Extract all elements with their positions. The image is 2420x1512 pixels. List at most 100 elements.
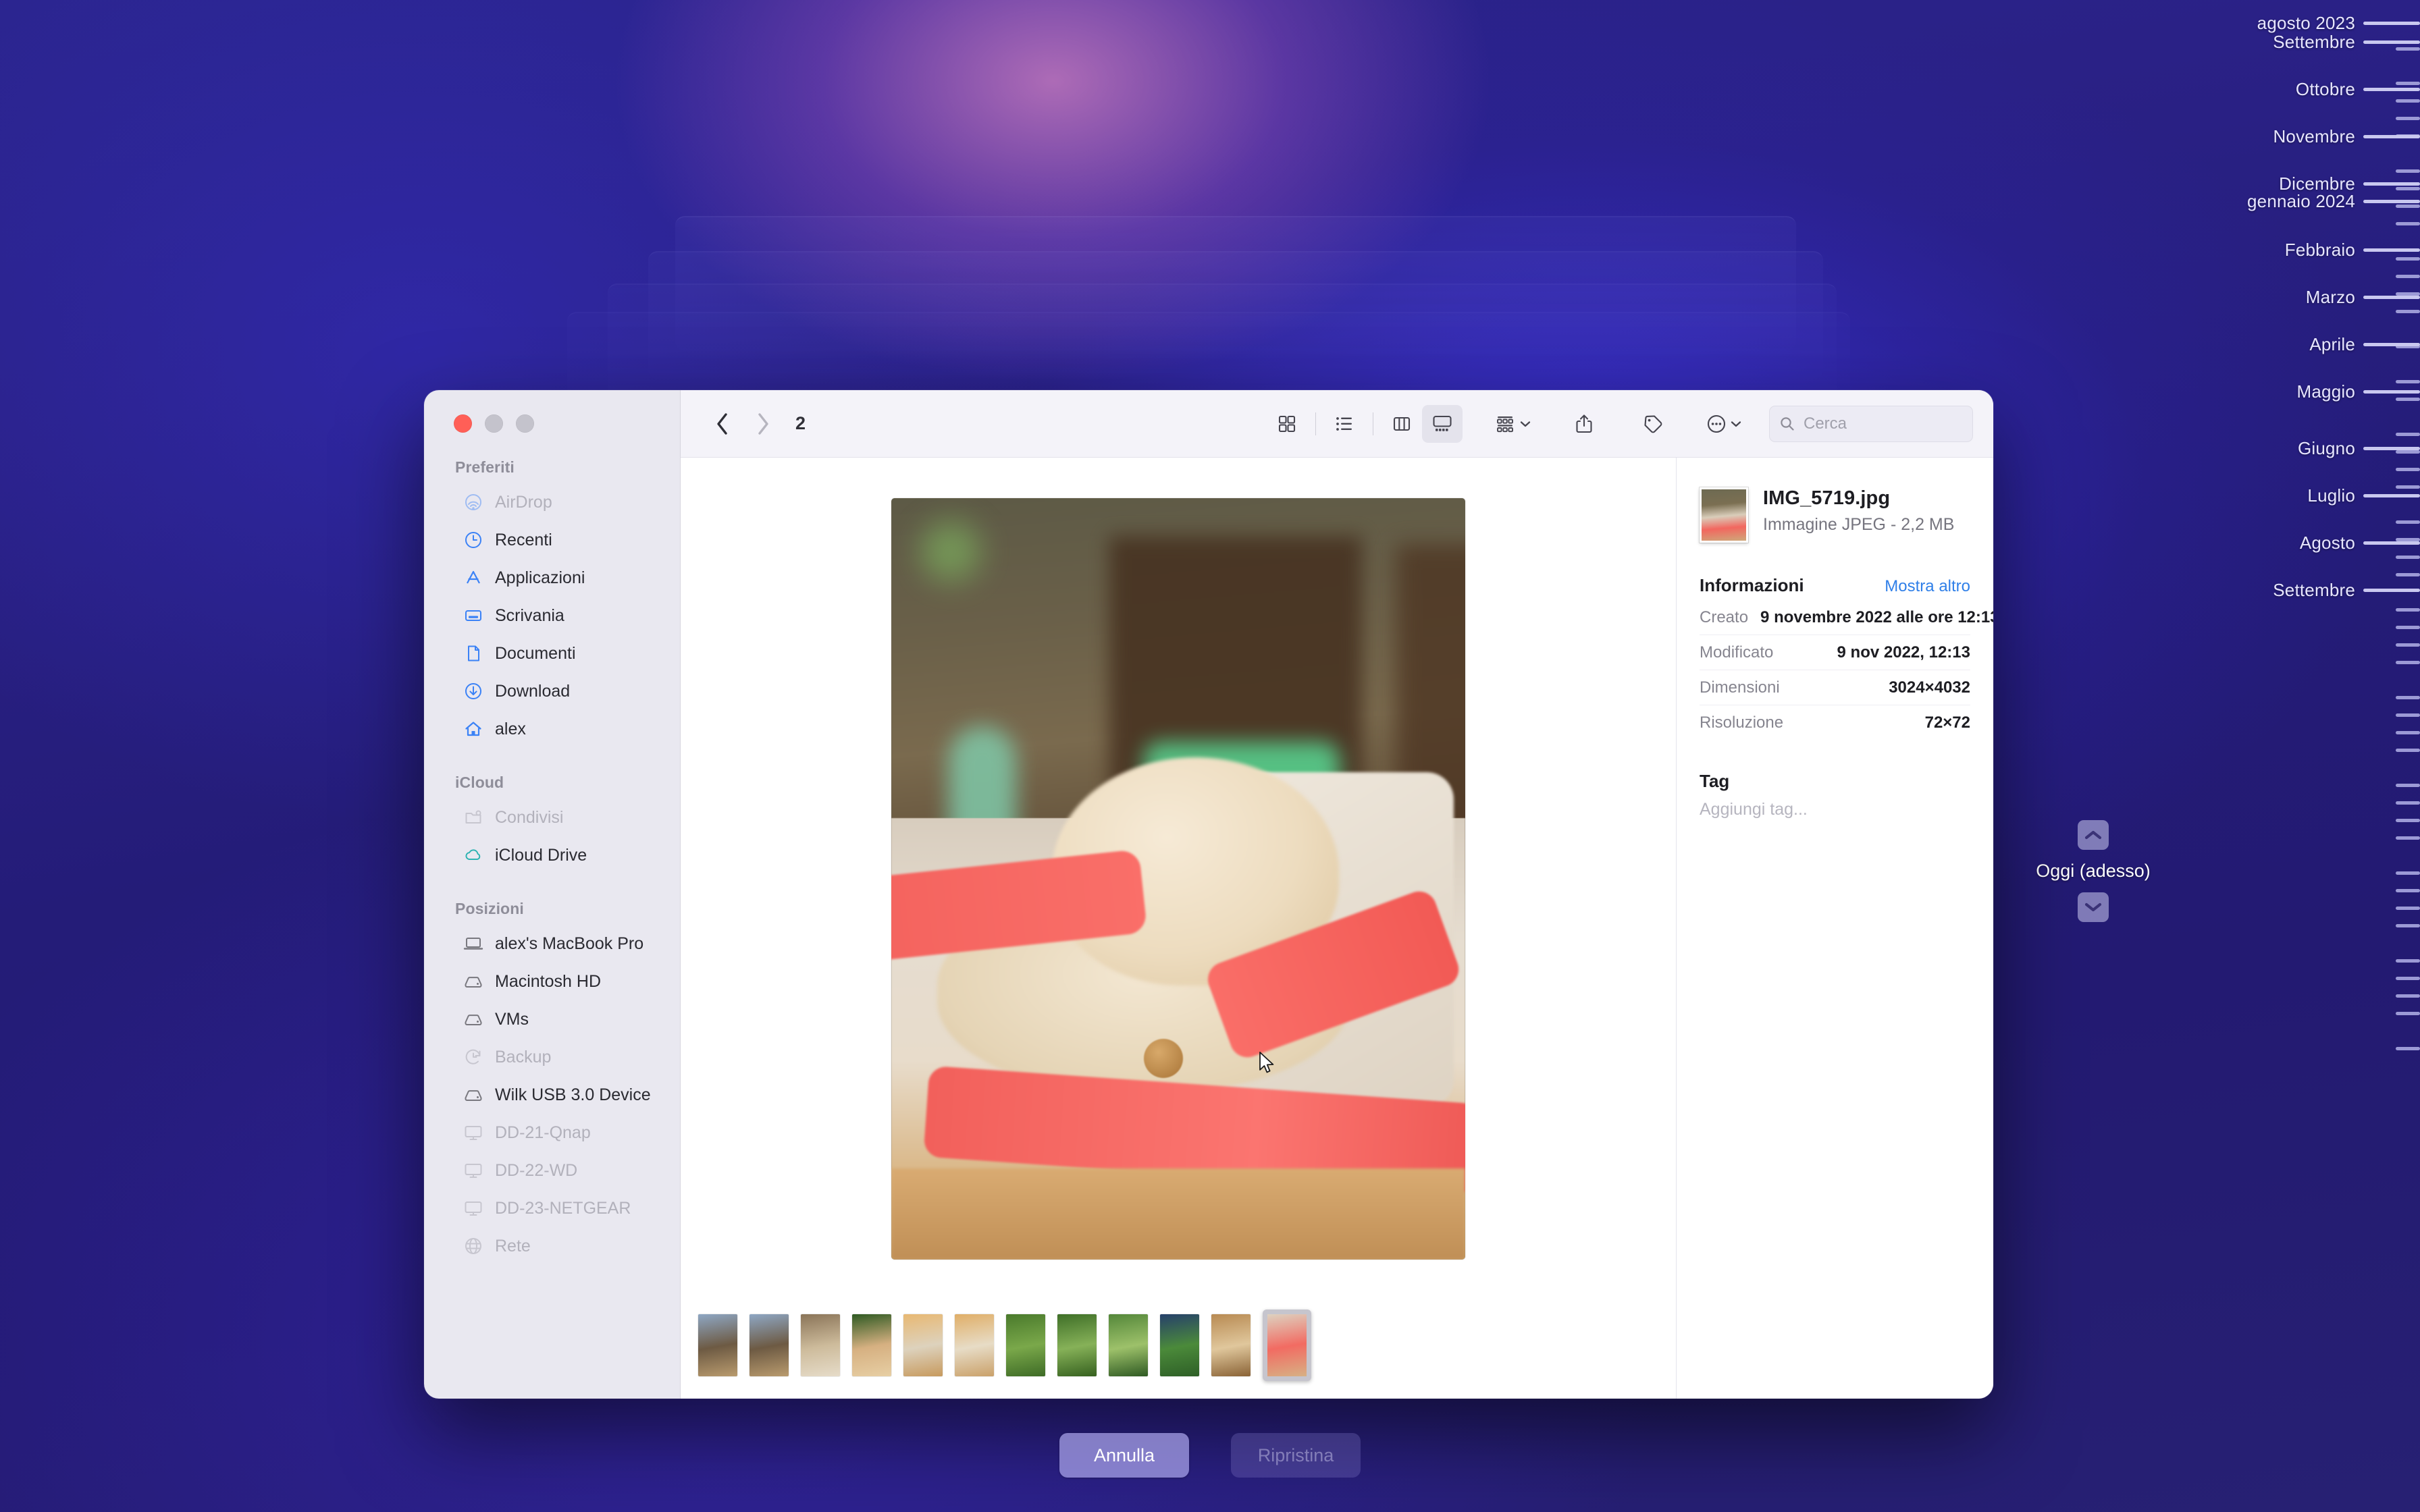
timeline-backup-tick[interactable] [2388,784,2420,787]
timeline-month-marker[interactable]: agosto 2023 [2257,13,2420,34]
timeline-backup-tick[interactable] [2388,731,2420,734]
timeline-up-button[interactable] [2078,820,2109,850]
sidebar-item-rete[interactable]: Rete [433,1227,670,1265]
sidebar-item-dd-21-qnap[interactable]: DD-21-Qnap [433,1114,670,1152]
timeline-month-marker[interactable]: Marzo [2306,287,2420,308]
sidebar-item-recenti[interactable]: Recenti [433,521,670,559]
filmstrip-thumbnail-selected[interactable] [1263,1310,1311,1381]
timeline-month-marker[interactable]: Ottobre [2296,79,2420,100]
timeline-backup-tick[interactable] [2388,977,2420,980]
filmstrip-thumbnail[interactable] [1057,1314,1097,1376]
timeline-month-marker[interactable]: Aprile [2309,334,2420,355]
timeline-backup-tick[interactable] [2388,310,2420,313]
maximize-button[interactable] [516,414,534,433]
timeline-backup-tick[interactable] [2388,924,2420,927]
sidebar-item-wilk-usb-3-0-device[interactable]: Wilk USB 3.0 Device [433,1076,670,1114]
more-actions-button[interactable] [1702,413,1746,435]
sidebar-item-vms[interactable]: VMs [433,1000,670,1038]
timeline-month-marker[interactable]: gennaio 2024 [2247,191,2420,212]
sidebar-item-dd-22-wd[interactable]: DD-22-WD [433,1152,670,1189]
sidebar-item-download[interactable]: Download [433,672,670,710]
timeline-backup-tick[interactable] [2388,169,2420,173]
timeline-month-marker[interactable]: Maggio [2297,381,2420,402]
timeline-backup-tick[interactable] [2388,573,2420,576]
filmstrip-thumbnail[interactable] [955,1314,994,1376]
sidebar-item-alex-s-macbook-pro[interactable]: alex's MacBook Pro [433,925,670,963]
filmstrip-thumbnail[interactable] [1006,1314,1045,1376]
timeline-backup-tick[interactable] [2388,433,2420,436]
group-by-button[interactable] [1491,414,1535,434]
sidebar-item-backup[interactable]: Backup [433,1038,670,1076]
timeline-backup-tick[interactable] [2388,626,2420,629]
sidebar-item-documenti[interactable]: Documenti [433,634,670,672]
tag-input[interactable]: Aggiungi tag... [1700,800,1970,819]
timeline-backup-tick[interactable] [2388,520,2420,524]
timeline-month-marker[interactable]: Novembre [2273,126,2420,147]
sidebar-item-applicazioni[interactable]: Applicazioni [433,559,670,597]
sidebar-item-macintosh-hd[interactable]: Macintosh HD [433,963,670,1000]
sidebar-item-alex[interactable]: alex [433,710,670,748]
timeline-backup-tick[interactable] [2388,643,2420,647]
chevron-down-icon [2084,902,2102,912]
timeline-month-marker[interactable]: Febbraio [2285,240,2420,261]
view-column-button[interactable] [1382,405,1422,443]
timeline-backup-tick[interactable] [2388,275,2420,278]
filmstrip-thumbnail[interactable] [1109,1314,1148,1376]
backup-timeline[interactable]: agosto 2023 Settembre Ottobre Novembre Dicem… [2136,0,2420,1512]
tag-button[interactable] [1633,405,1673,443]
timeline-backup-tick[interactable] [2388,836,2420,840]
timeline-backup-tick[interactable] [2388,819,2420,822]
timeline-month-marker[interactable]: Agosto [2300,533,2420,554]
sidebar-item-icloud-drive[interactable]: iCloud Drive [433,836,670,874]
timeline-backup-tick[interactable] [2388,1047,2420,1050]
timeline-backup-tick[interactable] [2388,222,2420,225]
share-button[interactable] [1564,405,1604,443]
view-gallery-button[interactable] [1422,404,1463,443]
filmstrip[interactable] [681,1310,1676,1381]
back-button[interactable] [705,406,740,441]
timeline-backup-tick[interactable] [2388,713,2420,717]
timeline-tick [2396,608,2420,612]
timeline-month-marker[interactable]: Settembre [2273,580,2420,601]
filmstrip-thumbnail[interactable] [1211,1314,1251,1376]
cancel-button[interactable]: Annulla [1059,1433,1189,1478]
server-icon [463,1160,483,1181]
sidebar-item-dd-23-netgear[interactable]: DD-23-NETGEAR [433,1189,670,1227]
timeline-backup-tick[interactable] [2388,907,2420,910]
timeline-month-marker[interactable]: Settembre [2273,32,2420,53]
timeline-backup-tick[interactable] [2388,889,2420,892]
timeline-month-marker[interactable]: Giugno [2298,438,2420,459]
filmstrip-thumbnail[interactable] [801,1314,840,1376]
timeline-backup-tick[interactable] [2388,661,2420,664]
timeline-down-button[interactable] [2078,892,2109,922]
filmstrip-thumbnail[interactable] [1160,1314,1199,1376]
timeline-backup-tick[interactable] [2388,801,2420,805]
filmstrip-thumbnail[interactable] [749,1314,789,1376]
timeline-backup-tick[interactable] [2388,1012,2420,1015]
timeline-backup-tick[interactable] [2388,117,2420,120]
view-list-button[interactable] [1324,405,1365,443]
close-button[interactable] [454,414,472,433]
forward-button[interactable] [745,406,781,441]
filmstrip-thumbnail[interactable] [903,1314,943,1376]
timeline-backup-tick[interactable] [2388,608,2420,612]
timeline-backup-tick[interactable] [2388,468,2420,471]
timeline-month-marker[interactable]: Luglio [2307,485,2420,506]
timeline-backup-tick[interactable] [2388,871,2420,875]
view-grid-button[interactable] [1267,405,1307,443]
preview-image[interactable] [891,498,1465,1260]
sidebar-item-airdrop[interactable]: AirDrop [433,483,670,521]
minimize-button[interactable] [485,414,503,433]
timeline-backup-tick[interactable] [2388,696,2420,699]
search-field[interactable]: Cerca [1769,405,1973,442]
timeline-backup-tick[interactable] [2388,994,2420,998]
restore-button[interactable]: Ripristina [1231,1433,1361,1478]
timeline-backup-tick[interactable] [2388,749,2420,752]
timeline-backup-tick[interactable] [2388,959,2420,963]
sidebar-item-scrivania[interactable]: Scrivania [433,597,670,634]
filmstrip-thumbnail[interactable] [852,1314,891,1376]
timeline-backup-tick[interactable] [2388,556,2420,559]
sidebar-item-condivisi[interactable]: Condivisi [433,799,670,836]
show-more-link[interactable]: Mostra altro [1885,577,1970,596]
filmstrip-thumbnail[interactable] [698,1314,737,1376]
